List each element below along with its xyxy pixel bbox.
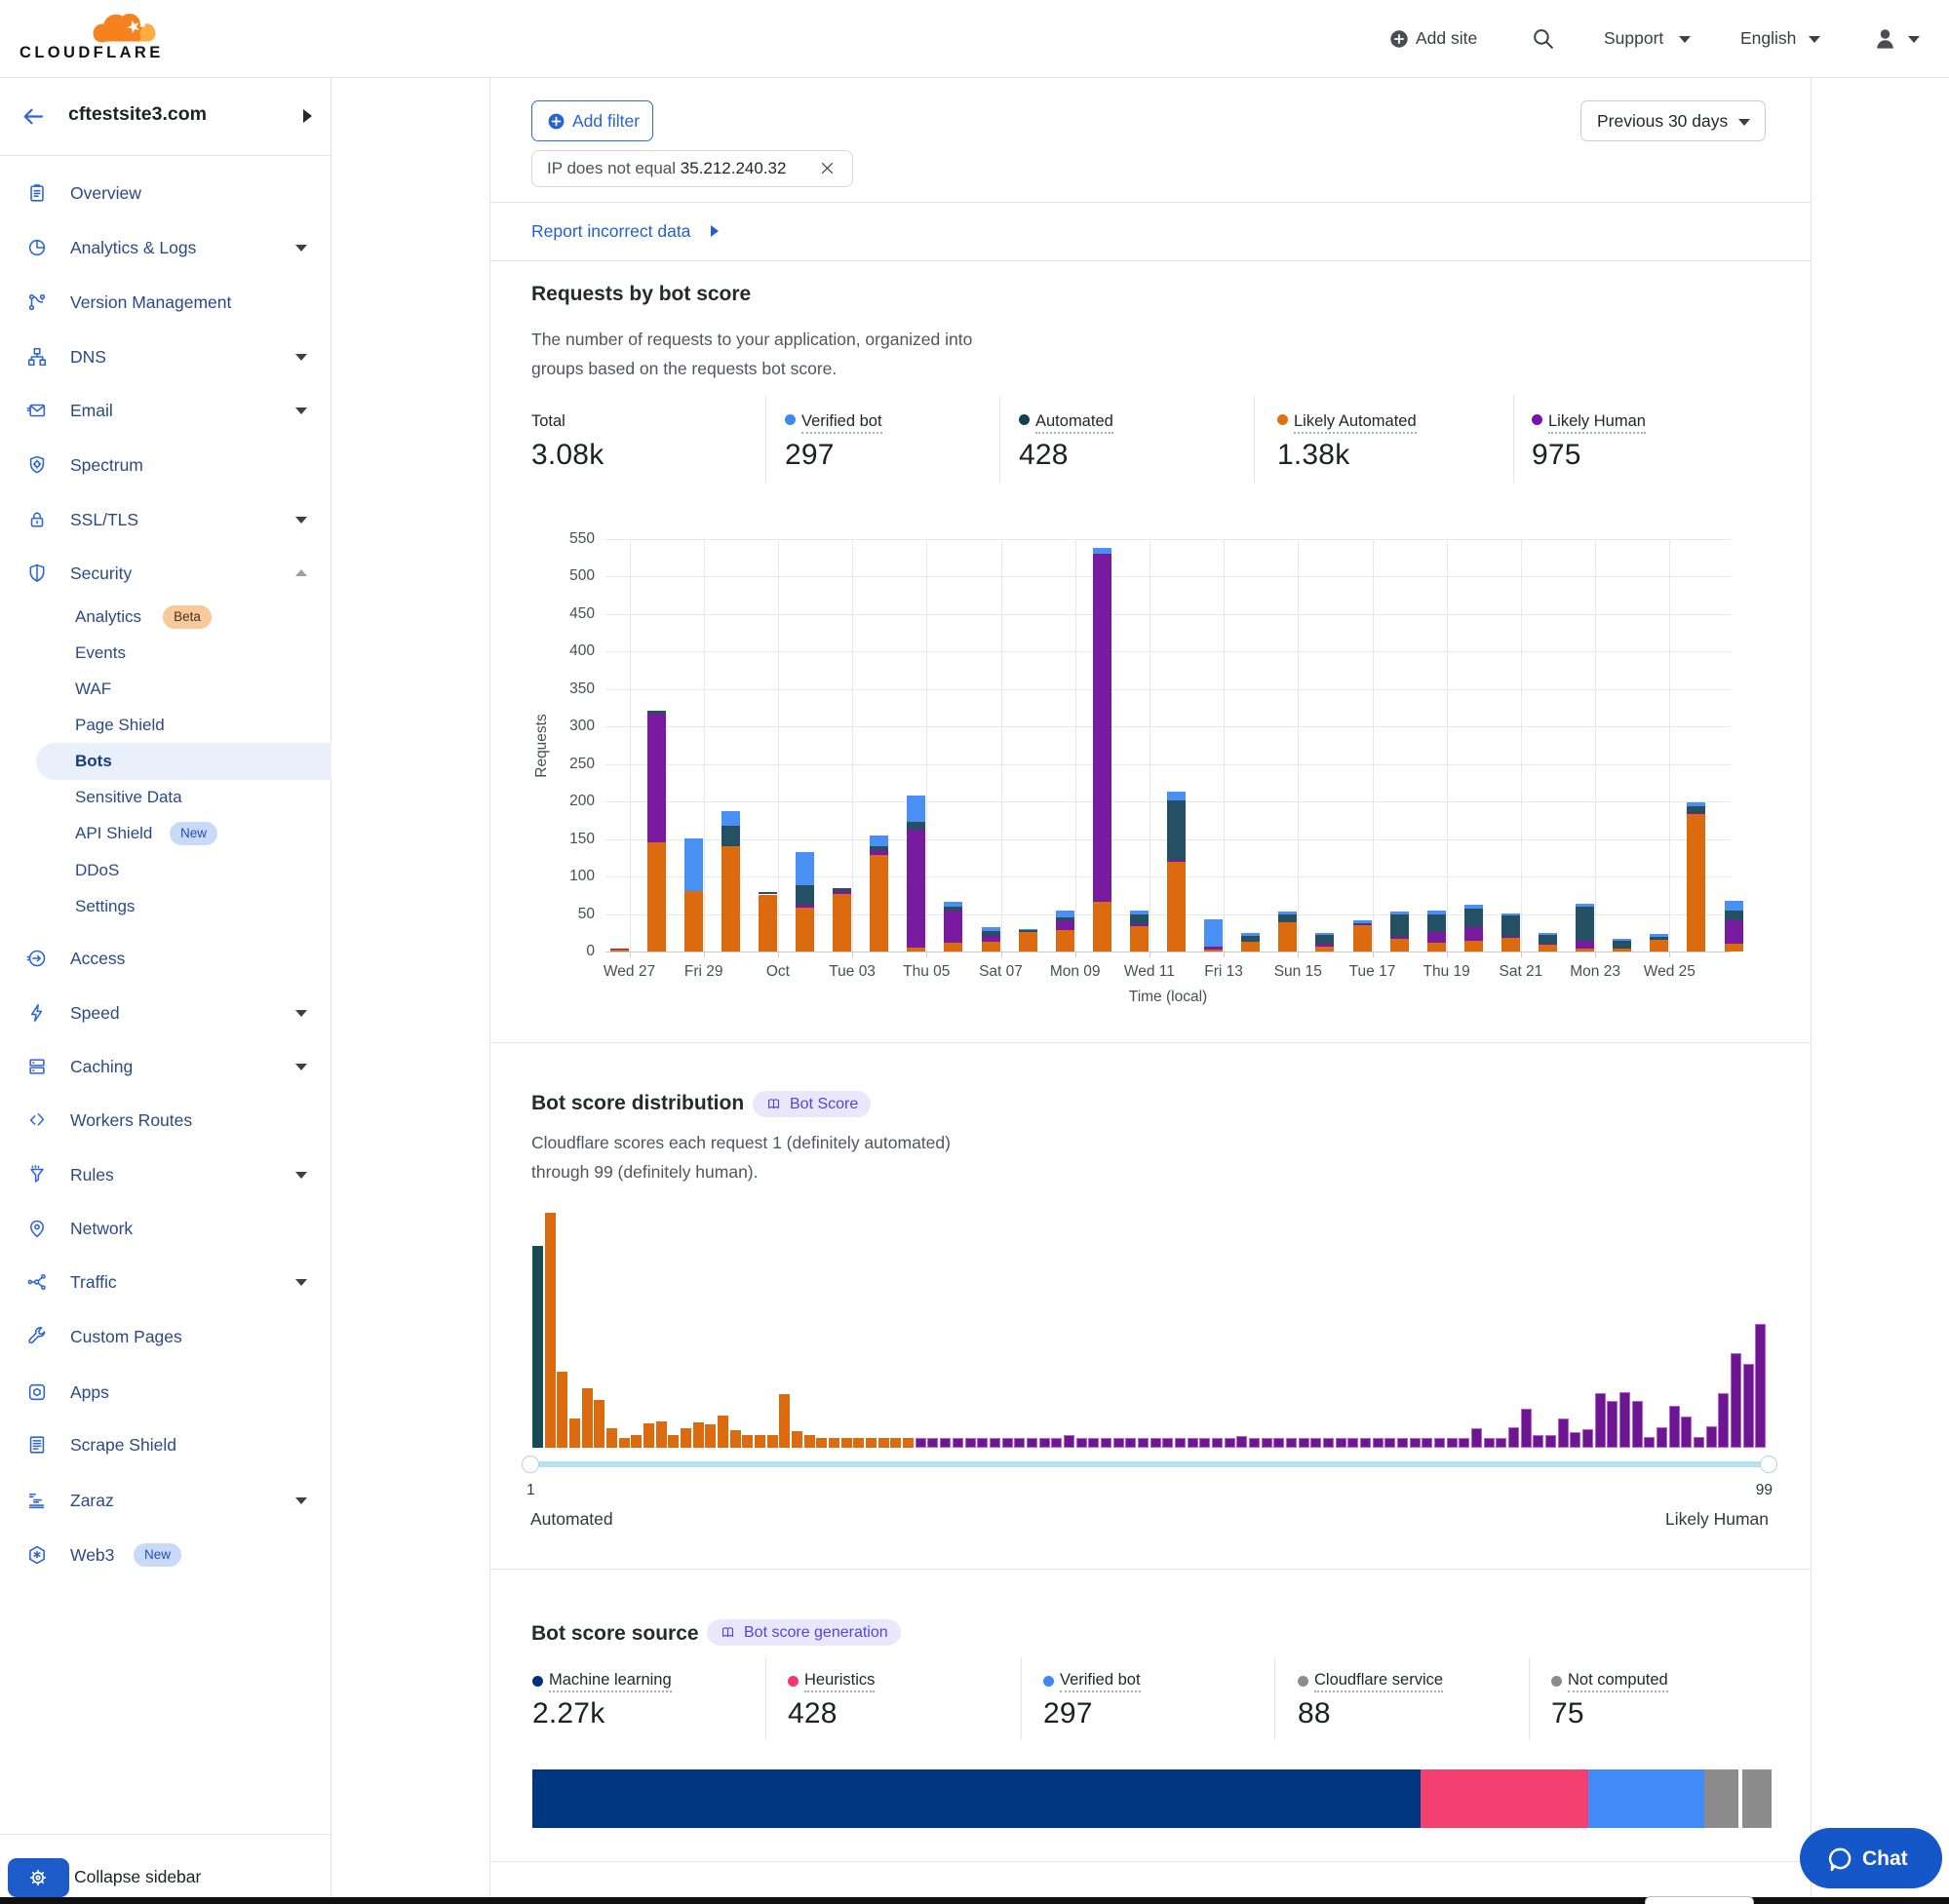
svg-text:CLOUDFLARE: CLOUDFLARE [19, 44, 164, 61]
